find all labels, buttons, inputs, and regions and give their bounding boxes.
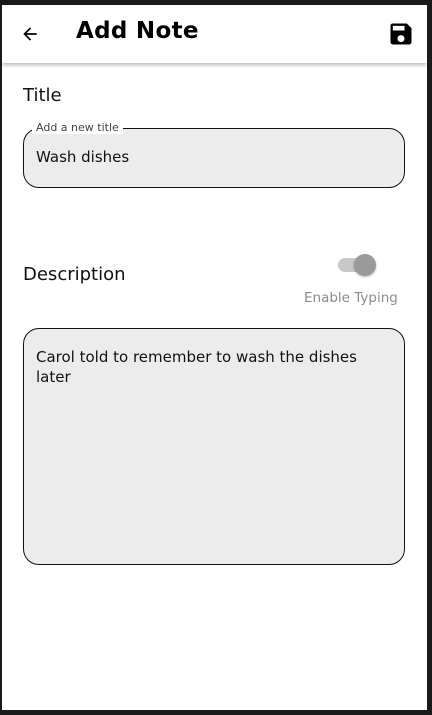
arrow-left-icon xyxy=(23,27,37,41)
title-input-value: Wash dishes xyxy=(36,148,130,166)
title-input-label: Add a new title xyxy=(32,122,123,134)
description-section-label: Description xyxy=(23,264,126,285)
floppy-disk-icon xyxy=(390,23,412,45)
page-title: Add Note xyxy=(76,18,199,44)
note-screen: Add Note Title Add a new title Wash dish… xyxy=(2,5,427,710)
back-button[interactable] xyxy=(16,20,44,48)
title-input[interactable]: Add a new title Wash dishes xyxy=(23,122,405,188)
description-textarea[interactable]: Carol told to remember to wash the dishe… xyxy=(23,328,405,565)
app-bar: Add Note xyxy=(2,5,427,63)
toggle-thumb xyxy=(354,254,376,276)
enable-typing-label: Enable Typing xyxy=(304,290,398,306)
title-section-label: Title xyxy=(23,85,62,106)
save-button[interactable] xyxy=(386,19,416,49)
enable-typing-toggle[interactable] xyxy=(338,253,376,277)
